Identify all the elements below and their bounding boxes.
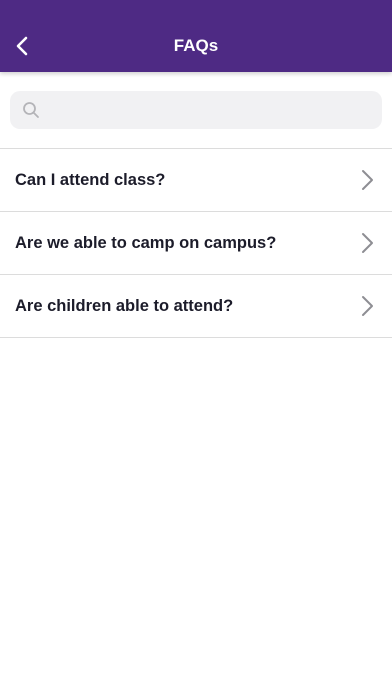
search-input[interactable] <box>48 91 374 129</box>
chevron-right-icon <box>362 296 373 316</box>
app-header: FAQs <box>0 0 392 72</box>
faq-item-children-attend[interactable]: Are children able to attend? <box>0 275 392 338</box>
faq-question: Are children able to attend? <box>15 297 234 315</box>
back-button[interactable] <box>4 28 40 64</box>
faq-item-camp-on-campus[interactable]: Are we able to camp on campus? <box>0 212 392 275</box>
page-title: FAQs <box>173 36 219 55</box>
chevron-left-icon <box>16 36 28 56</box>
faq-question: Can I attend class? <box>15 171 166 189</box>
search-icon <box>23 102 39 118</box>
chevron-right-icon <box>362 170 373 190</box>
faq-item-attend-class[interactable]: Can I attend class? <box>0 149 392 212</box>
faq-list: Can I attend class? Are we able to camp … <box>0 148 392 338</box>
faq-question: Are we able to camp on campus? <box>15 234 277 252</box>
chevron-right-icon <box>362 233 373 253</box>
search-bar[interactable] <box>10 91 382 129</box>
